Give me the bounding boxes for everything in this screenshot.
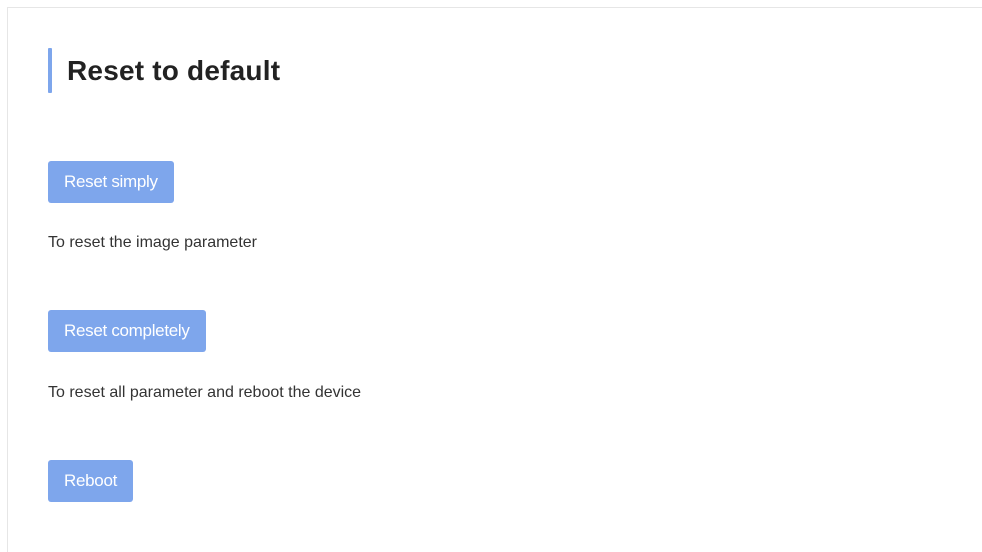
reset-simply-description: To reset the image parameter (48, 234, 257, 251)
reset-completely-description: To reset all parameter and reboot the de… (48, 384, 362, 401)
page-header: Reset to default (48, 48, 280, 93)
reset-panel: Reset to default Reset simply To reset t… (7, 7, 982, 552)
reset-completely-button[interactable]: Reset completely (48, 310, 206, 352)
reset-simply-button[interactable]: Reset simply (48, 161, 174, 203)
reboot-button[interactable]: Reboot (48, 460, 134, 502)
title-accent-bar (48, 48, 52, 93)
page-title: Reset to default (67, 54, 281, 86)
